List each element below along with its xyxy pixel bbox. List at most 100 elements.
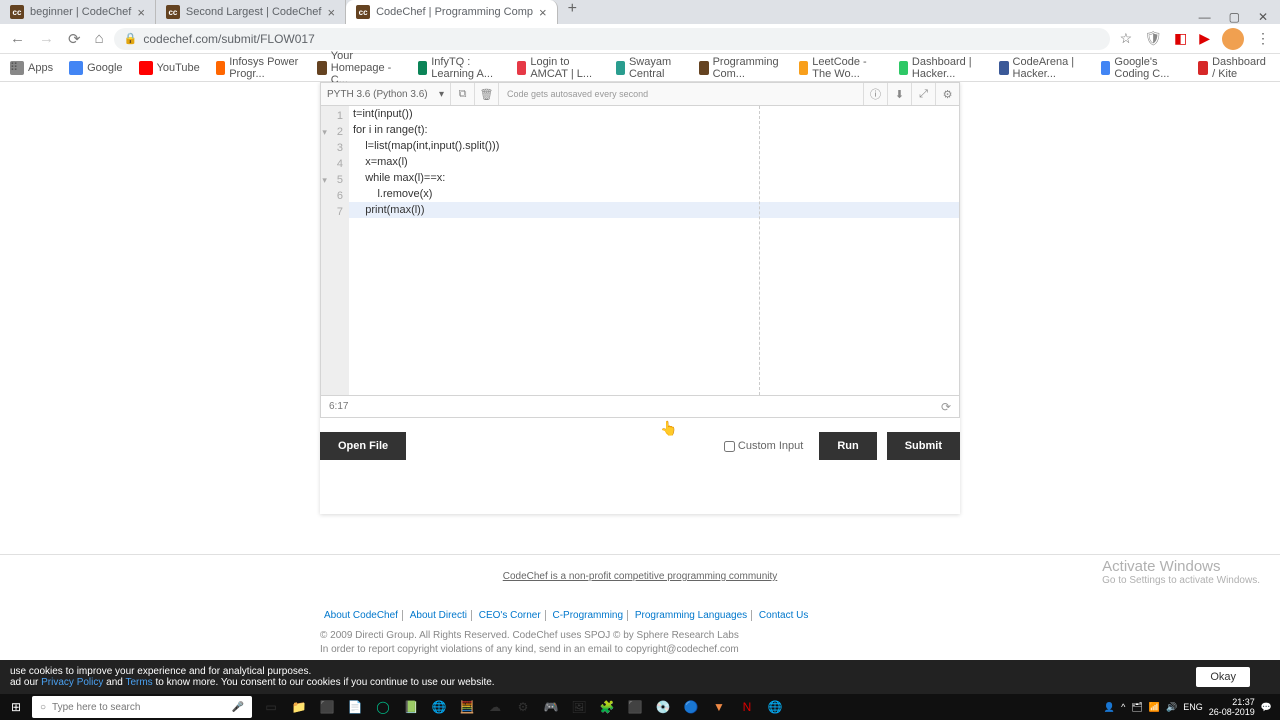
tab-0[interactable]: ccbeginner | CodeChef× xyxy=(0,0,156,24)
url-input[interactable]: 🔒 codechef.com/submit/FLOW017 xyxy=(114,28,1110,50)
apps-button[interactable]: ⠿Apps xyxy=(10,61,53,75)
app-icon[interactable]: 📗 xyxy=(400,697,422,717)
app-icon[interactable]: ☁ xyxy=(484,697,506,717)
app-icon[interactable]: 📄 xyxy=(344,697,366,717)
shield-icon[interactable]: 🛡 xyxy=(1144,30,1162,47)
address-bar: ← → ⟳ ⌂ 🔒 codechef.com/submit/FLOW017 ☆ … xyxy=(0,24,1280,54)
bookmark-item[interactable]: CodeArena | Hacker... xyxy=(999,56,1085,80)
tab-strip: ccbeginner | CodeChef× ccSecond Largest … xyxy=(0,0,587,24)
chrome-icon[interactable]: 🌐 xyxy=(764,697,786,717)
cookie-banner: use cookies to improve your experience a… xyxy=(0,660,1280,694)
app-icon[interactable]: 🧮 xyxy=(456,697,478,717)
app-icon[interactable]: 🎮 xyxy=(540,697,562,717)
star-icon[interactable]: ☆ xyxy=(1120,30,1133,47)
bookmark-item[interactable]: Login to AMCAT | L... xyxy=(517,56,600,80)
app-icon[interactable]: ▼ xyxy=(708,697,730,717)
app-icon[interactable]: 🖼 xyxy=(568,697,590,717)
tab-1[interactable]: ccSecond Largest | CodeChef× xyxy=(156,0,346,24)
footer-link[interactable]: Programming Languages xyxy=(631,610,752,621)
custom-input-label: Custom Input xyxy=(738,440,803,452)
chevron-down-icon: ▾ xyxy=(439,89,444,100)
wifi-icon[interactable]: 📶 xyxy=(1149,702,1160,713)
bookmark-item[interactable]: YouTube xyxy=(139,61,200,75)
footer-link[interactable]: CEO's Corner xyxy=(475,610,546,621)
system-tray: 👤 ^ 🗂 📶 🔊 ENG 21:37 26-08-2019 💬 xyxy=(1104,697,1280,717)
start-button[interactable]: ⊞ xyxy=(0,700,32,714)
custom-input-checkbox[interactable]: Custom Input xyxy=(724,440,803,452)
open-file-button[interactable]: Open File xyxy=(320,432,406,460)
bookmark-item[interactable]: Programming Com... xyxy=(699,56,783,80)
clock[interactable]: 21:37 26-08-2019 xyxy=(1209,697,1255,717)
minimize-icon[interactable]: — xyxy=(1199,10,1211,24)
submit-button[interactable]: Submit xyxy=(887,432,960,460)
footer-link[interactable]: About CodeChef xyxy=(320,610,403,621)
close-icon[interactable]: × xyxy=(539,5,547,20)
privacy-link[interactable]: Privacy Policy xyxy=(41,677,103,688)
trash-icon[interactable]: 🗑 xyxy=(475,83,499,105)
gear-icon[interactable]: ⚙ xyxy=(935,83,959,105)
bookmark-item[interactable]: Dashboard | Hacker... xyxy=(899,56,984,80)
battery-icon[interactable]: 🗂 xyxy=(1131,702,1142,713)
bookmark-item[interactable]: Infosys Power Progr... xyxy=(216,56,302,80)
bookmark-item[interactable]: Google's Coding C... xyxy=(1101,56,1182,80)
bookmark-item[interactable]: Google xyxy=(69,61,122,75)
reload-icon[interactable]: ⟳ xyxy=(68,30,81,48)
refresh-icon[interactable]: ⟳ xyxy=(941,400,951,414)
close-icon[interactable]: × xyxy=(327,5,335,20)
notification-icon[interactable]: 💬 xyxy=(1261,702,1272,713)
app-icon[interactable]: N xyxy=(736,697,758,717)
chrome-icon[interactable]: 🌐 xyxy=(428,697,450,717)
app-icon[interactable]: 🧩 xyxy=(596,697,618,717)
bookmark-item[interactable]: Your Homepage - C... xyxy=(317,50,401,86)
code-area[interactable]: t=int(input()) for i in range(t): l=list… xyxy=(349,106,959,395)
cookie-okay-button[interactable]: Okay xyxy=(1196,667,1250,687)
footer-link[interactable]: C-Programming xyxy=(548,610,628,621)
run-button[interactable]: Run xyxy=(819,432,876,460)
tray-chevron-icon[interactable]: ^ xyxy=(1121,702,1125,712)
fullscreen-icon[interactable]: ⤢ xyxy=(911,83,935,105)
footer-tagline[interactable]: CodeChef is a non-profit competitive pro… xyxy=(320,571,960,602)
copy-icon[interactable]: ⧉ xyxy=(451,83,475,105)
extension-icon[interactable]: ◧ xyxy=(1174,30,1187,47)
bookmark-item[interactable]: InfyTQ : Learning A... xyxy=(418,56,501,80)
bookmark-item[interactable]: Dashboard / Kite xyxy=(1198,56,1270,80)
home-icon[interactable]: ⌂ xyxy=(95,30,104,48)
tray-icon[interactable]: 👤 xyxy=(1104,702,1115,713)
checkbox[interactable] xyxy=(724,441,735,452)
menu-icon[interactable]: ⋮ xyxy=(1256,30,1270,47)
code-editor[interactable]: 1▾234▾567 t=int(input()) for i in range(… xyxy=(320,106,960,396)
volume-icon[interactable]: 🔊 xyxy=(1166,702,1177,713)
cursor-position: 6:17 xyxy=(329,401,348,412)
app-icon[interactable]: ◯ xyxy=(372,697,394,717)
lang-indicator[interactable]: ENG xyxy=(1183,702,1203,712)
back-icon[interactable]: ← xyxy=(10,30,25,48)
lock-icon: 🔒 xyxy=(124,32,138,45)
language-select[interactable]: PYTH 3.6 (Python 3.6)▾ xyxy=(321,83,451,105)
forward-icon[interactable]: → xyxy=(39,30,54,48)
close-icon[interactable]: × xyxy=(137,5,145,20)
bookmark-item[interactable]: LeetCode - The Wo... xyxy=(799,56,883,80)
download-icon[interactable]: ⬇ xyxy=(887,83,911,105)
app-icon[interactable]: ⬛ xyxy=(316,697,338,717)
footer-link[interactable]: Contact Us xyxy=(755,610,812,621)
new-tab-button[interactable]: + xyxy=(558,0,587,24)
profile-avatar[interactable] xyxy=(1222,28,1244,50)
tab-2[interactable]: ccCodeChef | Programming Comp× xyxy=(346,0,558,24)
youtube-ext-icon[interactable]: ▶ xyxy=(1199,30,1210,47)
app-icon[interactable]: 🔵 xyxy=(680,697,702,717)
maximize-icon[interactable]: ▢ xyxy=(1229,10,1240,24)
taskview-icon[interactable]: ▭ xyxy=(260,697,282,717)
terms-link[interactable]: Terms xyxy=(125,677,152,688)
app-icon[interactable]: 📁 xyxy=(288,697,310,717)
footer-link[interactable]: About Directi xyxy=(406,610,472,621)
close-window-icon[interactable]: ✕ xyxy=(1258,10,1268,24)
info-icon[interactable]: ⓘ xyxy=(863,83,887,105)
editor-toolbar: PYTH 3.6 (Python 3.6)▾ ⧉ 🗑 Code gets aut… xyxy=(320,82,960,106)
taskbar-search[interactable]: ○ Type here to search 🎤 xyxy=(32,696,252,718)
footer-links: About CodeChef About Directi CEO's Corne… xyxy=(320,602,960,629)
app-icon[interactable]: ⚙ xyxy=(512,697,534,717)
bookmark-item[interactable]: Swayam Central xyxy=(616,56,683,80)
app-icon[interactable]: ⬛ xyxy=(624,697,646,717)
footer: CodeChef is a non-profit competitive pro… xyxy=(320,555,960,656)
app-icon[interactable]: 💿 xyxy=(652,697,674,717)
